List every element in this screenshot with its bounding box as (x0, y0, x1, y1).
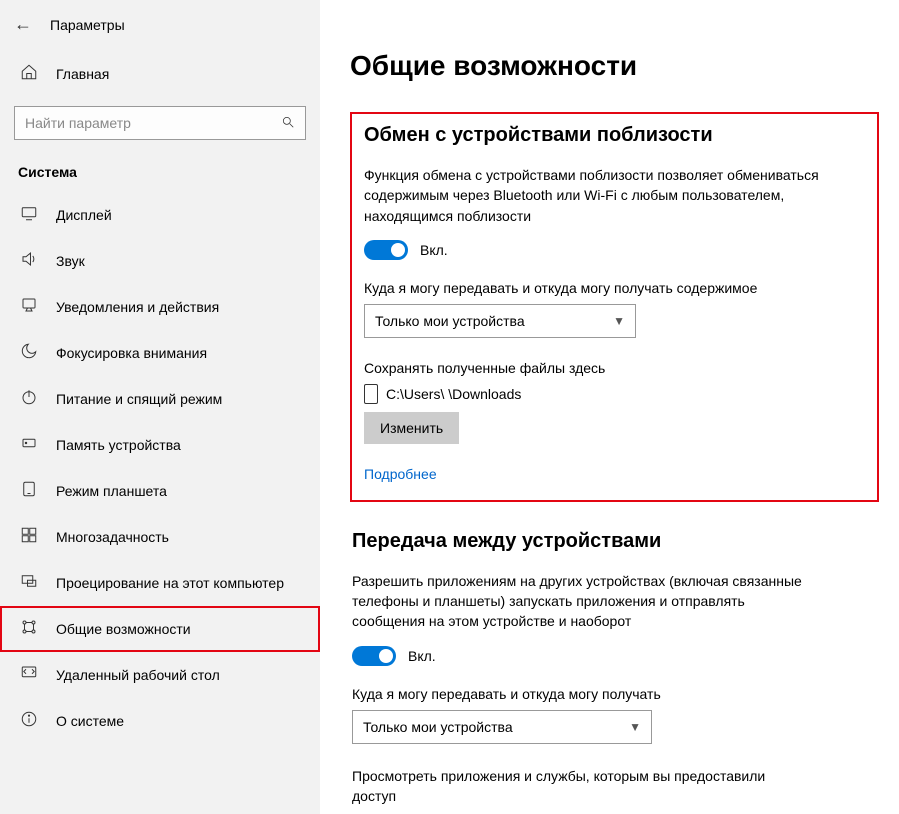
remote-icon (20, 664, 38, 686)
notifications-icon (20, 296, 38, 318)
sidebar-category: Система (0, 158, 320, 192)
header: ← Параметры (0, 10, 320, 53)
sidebar-item-label: Удаленный рабочий стол (56, 667, 220, 683)
sidebar: ← Параметры Главная Система Дисплей Звук… (0, 0, 320, 814)
search-box[interactable] (14, 106, 306, 140)
sidebar-item-about[interactable]: О системе (0, 698, 320, 744)
shared-icon (20, 618, 38, 640)
sidebar-item-home[interactable]: Главная (0, 53, 320, 94)
sidebar-nav: Дисплей Звук Уведомления и действия Фоку… (0, 192, 320, 744)
sidebar-item-focus[interactable]: Фокусировка внимания (0, 330, 320, 376)
sidebar-item-label: О системе (56, 713, 124, 729)
project-icon (20, 572, 38, 594)
crossdevice-where-label: Куда я могу передавать и откуда могу пол… (352, 686, 877, 702)
sidebar-item-label: Дисплей (56, 207, 112, 223)
sidebar-item-notifications[interactable]: Уведомления и действия (0, 284, 320, 330)
tablet-icon (20, 480, 38, 502)
home-icon (20, 63, 38, 84)
save-path-row: C:\Users\ \Downloads (364, 384, 865, 404)
sidebar-item-label: Многозадачность (56, 529, 169, 545)
section-title: Обмен с устройствами поблизости (364, 124, 865, 147)
save-path-value: C:\Users\ \Downloads (386, 386, 521, 402)
window-title: Параметры (50, 17, 125, 33)
section-desc: Функция обмена с устройствами поблизости… (364, 165, 824, 226)
sidebar-item-label: Уведомления и действия (56, 299, 219, 315)
toggle-state-label: Вкл. (420, 242, 448, 258)
nearby-sharing-section: Обмен с устройствами поблизости Функция … (350, 112, 879, 502)
sidebar-item-label: Фокусировка внимания (56, 345, 207, 361)
back-icon[interactable]: ← (14, 14, 32, 35)
save-location-label: Сохранять полученные файлы здесь (364, 360, 865, 376)
content-area: Общие возможности Обмен с устройствами п… (320, 0, 899, 814)
about-icon (20, 710, 38, 732)
power-icon (20, 388, 38, 410)
sidebar-item-remote[interactable]: Удаленный рабочий стол (0, 652, 320, 698)
sidebar-item-display[interactable]: Дисплей (0, 192, 320, 238)
sidebar-item-storage[interactable]: Память устройства (0, 422, 320, 468)
nearby-toggle-row: Вкл. (364, 240, 865, 260)
section-desc: Разрешить приложениям на других устройст… (352, 571, 812, 632)
search-input[interactable] (25, 115, 281, 131)
sidebar-item-label: Главная (56, 66, 109, 82)
sidebar-item-label: Питание и спящий режим (56, 391, 222, 407)
cross-device-section: Передача между устройствами Разрешить пр… (350, 530, 879, 806)
sidebar-item-power[interactable]: Питание и спящий режим (0, 376, 320, 422)
nearby-toggle[interactable] (364, 240, 408, 260)
sidebar-item-label: Проецирование на этот компьютер (56, 575, 284, 591)
select-value: Только мои устройства (363, 719, 513, 735)
display-icon (20, 204, 38, 226)
sidebar-item-label: Память устройства (56, 437, 181, 453)
page-title: Общие возможности (350, 50, 879, 82)
chevron-down-icon: ▼ (629, 720, 641, 734)
sidebar-item-multitask[interactable]: Многозадачность (0, 514, 320, 560)
sidebar-item-sound[interactable]: Звук (0, 238, 320, 284)
device-icon (364, 384, 378, 404)
chevron-down-icon: ▼ (613, 314, 625, 328)
crossdevice-toggle-row: Вкл. (352, 646, 877, 666)
nearby-scope-select[interactable]: Только мои устройства ▼ (364, 304, 636, 338)
focus-icon (20, 342, 38, 364)
section-title: Передача между устройствами (352, 530, 877, 553)
sidebar-item-tablet[interactable]: Режим планшета (0, 468, 320, 514)
search-icon (281, 115, 295, 132)
crossdevice-scope-select[interactable]: Только мои устройства ▼ (352, 710, 652, 744)
sidebar-item-label: Звук (56, 253, 85, 269)
sidebar-item-project[interactable]: Проецирование на этот компьютер (0, 560, 320, 606)
nearby-where-label: Куда я могу передавать и откуда могу пол… (364, 280, 865, 296)
crossdevice-toggle[interactable] (352, 646, 396, 666)
sidebar-item-label: Режим планшета (56, 483, 167, 499)
select-value: Только мои устройства (375, 313, 525, 329)
sidebar-item-label: Общие возможности (56, 621, 191, 637)
sidebar-item-shared[interactable]: Общие возможности (0, 606, 320, 652)
storage-icon (20, 434, 38, 456)
sound-icon (20, 250, 38, 272)
learn-more-link[interactable]: Подробнее (364, 466, 865, 482)
multitask-icon (20, 526, 38, 548)
crossdevice-footer: Просмотреть приложения и службы, которым… (352, 766, 812, 807)
change-button[interactable]: Изменить (364, 412, 459, 444)
toggle-state-label: Вкл. (408, 648, 436, 664)
